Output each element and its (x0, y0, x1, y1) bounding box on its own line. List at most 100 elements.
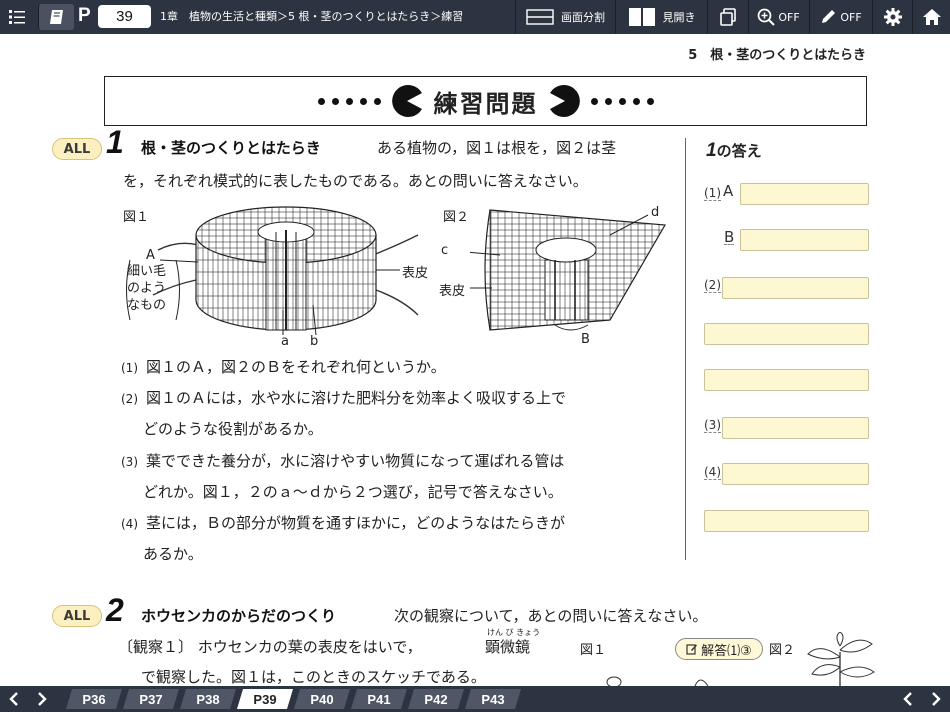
answer-label-2: (2) (704, 278, 721, 293)
stem-label-B: B (581, 332, 590, 347)
menu-button[interactable] (0, 0, 34, 34)
spread-view-label: 見開き (662, 11, 696, 24)
root-label-b: b (310, 334, 319, 349)
prev-page-button[interactable] (0, 686, 28, 712)
home-button[interactable] (912, 0, 950, 34)
root-epidermis-label: 表皮 (402, 266, 429, 281)
prev-spread-button[interactable] (894, 686, 922, 712)
stem-label-d: d (651, 205, 660, 220)
chevron-left-icon (9, 692, 18, 706)
q2-number: 2 (106, 592, 124, 628)
split-screen-label: 画面分割 (561, 11, 605, 24)
exercise-title-banner: 練習問題 (104, 76, 867, 126)
q1-subquestion-3: (3) 葉でできた養分が，水に溶けやすい物質になって運ばれる管は (121, 452, 565, 470)
chapter-header: 5 根・茎のつくりとはたらき (688, 48, 866, 63)
q1-all-answers-button[interactable]: ALL (52, 138, 102, 160)
q1-subquestion-4-cont: あるか。 (143, 545, 203, 563)
answer-box-3[interactable] (722, 417, 869, 439)
breadcrumb: 1章 植物の生活と種類＞5 根・茎のつくりとはたらき＞練習 (160, 10, 464, 23)
answer-box-2c[interactable] (704, 369, 869, 391)
page-tab-p37[interactable]: P37 (123, 689, 179, 709)
chevron-right-icon (932, 692, 941, 706)
copy-button[interactable] (707, 0, 747, 34)
page-title: 練習問題 (433, 89, 538, 118)
spread-view-button[interactable]: 見開き (615, 0, 707, 34)
root-label-a: a (281, 334, 289, 349)
q1-number: 1 (106, 124, 124, 160)
page-number-input[interactable] (98, 5, 151, 28)
zoom-toggle[interactable]: OFF (748, 0, 808, 34)
stem-label-c: c (441, 243, 449, 258)
notebook-icon (49, 10, 63, 24)
pen-toggle[interactable]: OFF (809, 0, 871, 34)
stem-epidermis-label: 表皮 (439, 284, 466, 299)
q1-subquestion-4: (4) 茎には，Ｂの部分が物質を通すほかに，どのようなはたらきが (121, 514, 565, 532)
settings-button[interactable] (872, 0, 912, 34)
pacman-left-icon (391, 85, 422, 117)
answer-label-4: (4) (704, 465, 721, 480)
q2-observation-1-cont: で観察した。図１は，このときのスケッチである。 (141, 668, 486, 686)
pen-state-label: OFF (840, 10, 862, 24)
page-tab-p39[interactable]: P39 (237, 689, 293, 709)
answer-label-1A: A (723, 182, 734, 200)
root-cross-section-diagram (126, 206, 419, 336)
q2-text: 次の観察について，あとの問いに答えなさい。 (394, 607, 708, 625)
page-tab-p42[interactable]: P42 (408, 689, 464, 709)
answer-box-2a[interactable] (722, 277, 869, 299)
page-label: P (78, 5, 91, 26)
pacman-right-icon (549, 85, 580, 117)
answer-panel-divider (685, 138, 686, 560)
answer-label-1B: B (724, 228, 735, 246)
answer-panel-title: 1の答え (706, 140, 762, 161)
zoom-in-icon (757, 8, 776, 26)
q1-subquestion-2: (2) 図１のＡには，水や水に溶けた肥料分を効率よく吸収する上で (121, 389, 567, 407)
next-page-button[interactable] (28, 686, 56, 712)
root-label-A: A (146, 248, 155, 263)
page-tab-p41[interactable]: P41 (351, 689, 407, 709)
q1-subquestion-1: (1) 図１のＡ，図２のＢをそれぞれ何というか。 (121, 358, 446, 376)
answer-box-4b[interactable] (704, 510, 869, 532)
q1-title: 根・茎のつくりとはたらき (141, 139, 321, 157)
zoom-state-label: OFF (778, 10, 800, 24)
page-tab-p36[interactable]: P36 (66, 689, 122, 709)
decorative-dots-left (317, 97, 381, 105)
answer-label-3: (3) (704, 418, 721, 433)
page-tab-p40[interactable]: P40 (294, 689, 350, 709)
page-tab-p43[interactable]: P43 (465, 689, 521, 709)
answer-button-label: 解答⑴③ (701, 643, 752, 659)
answer-box-2b[interactable] (704, 323, 869, 345)
next-spread-button[interactable] (922, 686, 950, 712)
two-page-icon (628, 8, 655, 26)
list-menu-icon (9, 10, 25, 24)
q2-all-answers-button[interactable]: ALL (52, 605, 102, 627)
pencil-icon (822, 10, 836, 23)
split-screen-icon (526, 9, 554, 25)
q2-title: ホウセンカのからだのつくり (141, 607, 337, 625)
q2-fig2-label: 図２ (769, 643, 796, 658)
q1-text-line1: ある植物の，図１は根を，図２は茎 (377, 139, 617, 157)
q1-text-line2: を，それぞれ模式的に表したものである。あとの問いに答えなさい。 (123, 172, 588, 190)
split-screen-button[interactable]: 画面分割 (515, 0, 615, 34)
q2-observation-1: 〔観察１〕 ホウセンカの葉の表皮をはいで， (118, 638, 422, 656)
answer-box-1A[interactable] (740, 183, 869, 205)
q2-kanji-microscope: 顕微鏡 (485, 638, 531, 656)
bottom-page-navigation: P36 P37 P38 P39 P40 P41 P42 P43 (0, 686, 950, 712)
q1-fig2-label: 図２ (443, 210, 470, 225)
answer-box-4a[interactable] (722, 463, 869, 485)
q2-fig1-sketch-partial (606, 676, 709, 686)
chevron-left-icon (903, 692, 912, 706)
q1-subquestion-2-cont: どのような役割があるか。 (143, 420, 323, 438)
edit-answer-icon (686, 644, 698, 655)
answer-button[interactable]: 解答⑴③ (675, 638, 763, 660)
copy-icon (719, 8, 736, 26)
stem-cross-section-diagram (470, 209, 666, 331)
top-toolbar: P 1章 植物の生活と種類＞5 根・茎のつくりとはたらき＞練習 画面分割 見開き… (0, 0, 950, 34)
notebook-button[interactable] (38, 4, 74, 30)
page-tab-p38[interactable]: P38 (180, 689, 236, 709)
answer-label-1: (1) (704, 186, 721, 201)
q2-fig1-label: 図１ (580, 643, 607, 658)
chevron-right-icon (38, 692, 47, 706)
root-hair-label: 細い毛 のよう なもの (127, 264, 167, 313)
answer-box-1B[interactable] (740, 229, 869, 251)
gear-icon (883, 8, 902, 26)
